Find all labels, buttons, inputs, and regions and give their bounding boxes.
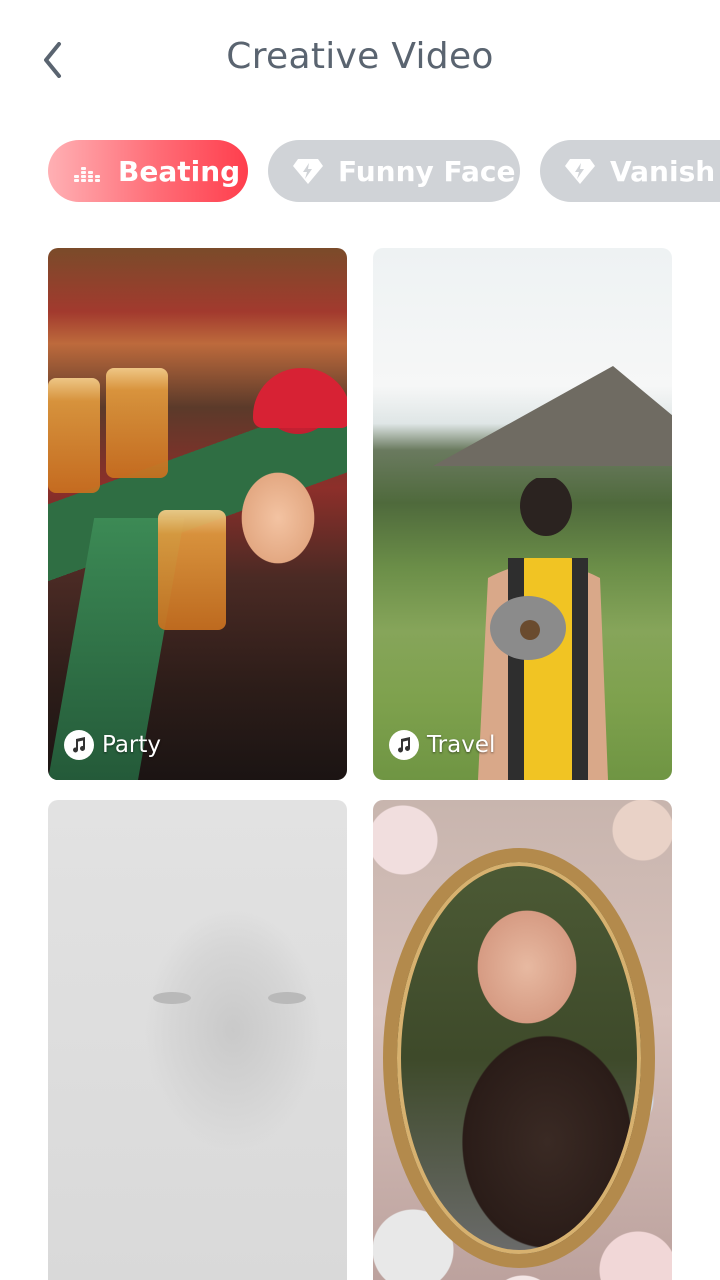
tab-label: Funny Face: [338, 154, 516, 188]
thumbnail-detail: [253, 368, 347, 428]
card-label-text: Party: [102, 732, 162, 758]
template-card-portrait[interactable]: [48, 800, 347, 1280]
template-card-travel[interactable]: Travel: [373, 248, 672, 780]
thumbnail-detail: [268, 992, 306, 1004]
app-root: Creative Video Beating Funny Face Vanish…: [0, 0, 720, 1280]
tab-vanish[interactable]: Vanish m: [540, 140, 720, 202]
card-label: Travel: [389, 730, 495, 760]
thumbnail-detail: [158, 510, 226, 630]
template-thumbnail: [48, 248, 347, 780]
music-note-icon: [64, 730, 94, 760]
tab-beating[interactable]: Beating: [48, 140, 248, 202]
thumbnail-detail: [383, 848, 655, 1268]
card-label: Party: [64, 730, 161, 760]
music-note-icon: [389, 730, 419, 760]
tab-funny-face[interactable]: Funny Face: [268, 140, 520, 202]
thumbnail-detail: [106, 368, 168, 478]
template-card-party[interactable]: Party: [48, 248, 347, 780]
category-tabs: Beating Funny Face Vanish m: [48, 140, 720, 202]
tab-label: Beating: [118, 154, 241, 188]
header: Creative Video: [0, 0, 720, 120]
thumbnail-detail: [48, 378, 100, 493]
thumbnail-detail: [433, 366, 672, 466]
diamond-bolt-icon: [564, 155, 596, 187]
template-thumbnail: [48, 800, 347, 1280]
template-card-frame[interactable]: [373, 800, 672, 1280]
template-thumbnail: [373, 248, 672, 780]
equalizer-icon: [72, 155, 104, 187]
diamond-bolt-icon: [292, 155, 324, 187]
template-thumbnail: [373, 800, 672, 1280]
card-label-text: Travel: [427, 732, 496, 758]
thumbnail-detail: [153, 992, 191, 1004]
tab-label: Vanish m: [610, 154, 720, 188]
page-title: Creative Video: [226, 36, 494, 77]
